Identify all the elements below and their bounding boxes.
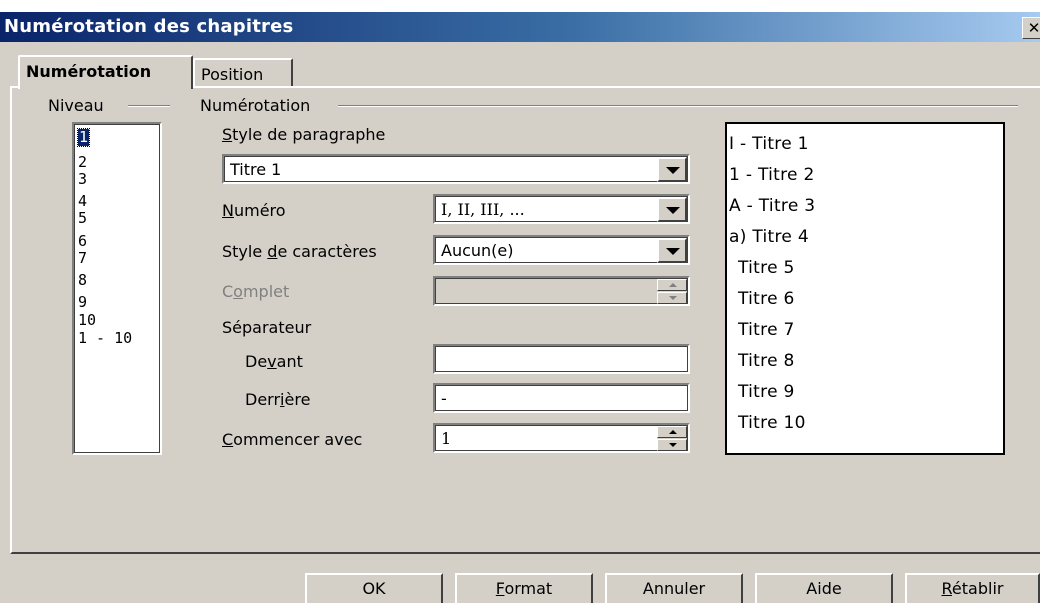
- preview-line: I - Titre 1: [729, 134, 809, 154]
- preview-line: Titre 6: [738, 289, 795, 309]
- tab-label: Numérotation: [26, 62, 152, 81]
- start-with-value: 1: [441, 429, 452, 448]
- number-value: I, II, III, ...: [441, 200, 525, 219]
- preview-line: Titre 5: [738, 258, 795, 278]
- paragraph-style-dropdown[interactable]: Titre 1: [222, 154, 690, 184]
- complete-spinner: [433, 276, 690, 306]
- after-label: Derrière: [245, 390, 311, 409]
- char-style-dropdown[interactable]: Aucun(e): [433, 235, 690, 265]
- start-with-label: Commencer avec: [222, 430, 363, 449]
- list-item[interactable]: 8: [78, 272, 87, 289]
- preview-line: a) Titre 4: [729, 227, 809, 247]
- numbering-group-label: Numérotation: [200, 96, 311, 115]
- complete-label: Complet: [222, 282, 290, 301]
- level-group-line: [128, 105, 170, 107]
- list-item[interactable]: 5: [78, 210, 87, 227]
- tab-label: Position: [201, 65, 264, 84]
- list-item[interactable]: 3: [78, 171, 87, 188]
- title-bar[interactable]: Numérotation des chapitres ✕: [0, 12, 1040, 42]
- after-value: -: [441, 389, 447, 408]
- before-field[interactable]: [433, 344, 690, 374]
- preview-line: A - Titre 3: [729, 196, 816, 216]
- level-group-label: Niveau: [48, 96, 104, 115]
- start-with-spinner[interactable]: 1: [433, 423, 690, 453]
- list-item[interactable]: 1 - 10: [78, 330, 132, 347]
- preview-line: Titre 8: [738, 351, 795, 371]
- close-button[interactable]: ✕: [1022, 17, 1040, 39]
- chevron-down-icon[interactable]: [657, 238, 687, 263]
- cancel-button[interactable]: Annuler: [605, 573, 743, 603]
- paragraph-style-label: Style de paragraphe: [222, 125, 386, 144]
- tab-position[interactable]: Position: [193, 58, 293, 86]
- list-item[interactable]: 2: [78, 154, 87, 171]
- paragraph-style-value: Titre 1: [230, 160, 282, 179]
- format-button[interactable]: Format: [455, 573, 593, 603]
- list-item[interactable]: 7: [78, 250, 87, 267]
- after-field[interactable]: -: [433, 383, 690, 413]
- preview-line: 1 - Titre 2: [729, 165, 815, 185]
- preview-line: Titre 7: [738, 320, 795, 340]
- list-item[interactable]: 9: [78, 294, 87, 311]
- list-item[interactable]: 4: [78, 193, 87, 210]
- level-list[interactable]: 1 2 3 4 5 6 7 8 9 10 1 - 10: [72, 122, 162, 455]
- spin-arrows-icon: [657, 279, 687, 304]
- preview-line: Titre 10: [738, 413, 806, 433]
- number-dropdown[interactable]: I, II, III, ...: [433, 194, 690, 224]
- tab-numerotation[interactable]: Numérotation: [18, 55, 193, 89]
- numbering-group-line: [338, 105, 1018, 107]
- help-button[interactable]: Aide: [755, 573, 893, 603]
- spin-arrows-icon[interactable]: [657, 426, 687, 451]
- before-label: Devant: [245, 352, 303, 371]
- numbering-preview: I - Titre 1 1 - Titre 2 A - Titre 3 a) T…: [725, 122, 1005, 455]
- char-style-label: Style de caractères: [222, 242, 377, 261]
- window-title: Numérotation des chapitres: [4, 16, 294, 37]
- preview-line: Titre 9: [738, 382, 795, 402]
- list-item[interactable]: 6: [78, 233, 87, 250]
- number-label: Numéro: [222, 201, 286, 220]
- close-icon: ✕: [1027, 19, 1040, 37]
- separator-label: Séparateur: [222, 318, 312, 337]
- char-style-value: Aucun(e): [441, 241, 514, 260]
- reset-button[interactable]: Rétablir: [905, 573, 1040, 603]
- chevron-down-icon[interactable]: [657, 197, 687, 222]
- dialog-window: Numérotation des chapitres ✕ Numérotatio…: [0, 0, 1040, 603]
- screen-margin-top: [0, 0, 1040, 12]
- list-item[interactable]: 1: [76, 128, 91, 147]
- chevron-down-icon[interactable]: [657, 157, 687, 182]
- ok-button[interactable]: OK: [305, 573, 443, 603]
- list-item[interactable]: 10: [78, 312, 96, 329]
